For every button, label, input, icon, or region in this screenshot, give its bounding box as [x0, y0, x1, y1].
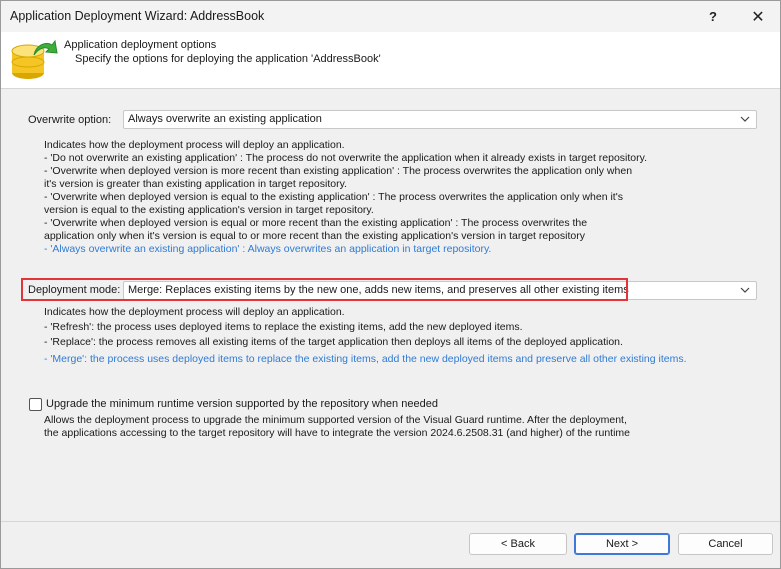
chevron-down-icon [740, 287, 750, 293]
back-button[interactable]: < Back [469, 533, 567, 555]
overwrite-desc-line: - 'Do not overwrite an existing applicat… [44, 152, 648, 164]
deployment-desc-line: - 'Refresh': the process uses deployed i… [44, 321, 523, 333]
overwrite-option-value: Always overwrite an existing application [128, 113, 322, 125]
next-button[interactable]: Next > [574, 533, 670, 555]
deployment-selected-desc: - 'Merge': the process uses deployed ite… [44, 353, 687, 365]
database-deploy-icon [11, 39, 58, 79]
window-title: Application Deployment Wizard: AddressBo… [10, 9, 265, 23]
overwrite-desc-line: Indicates how the deployment process wil… [44, 139, 345, 151]
header-subtitle: Specify the options for deploying the ap… [75, 53, 381, 65]
overwrite-option-label: Overwrite option: [28, 114, 112, 126]
wizard-header: Application deployment options Specify t… [1, 32, 780, 89]
overwrite-desc-line: application only when it's version is eq… [44, 230, 585, 242]
overwrite-desc-line: version is equal to the existing applica… [44, 204, 374, 216]
header-title: Application deployment options [64, 39, 217, 51]
upgrade-desc-line: the applications accessing to the target… [44, 427, 631, 439]
overwrite-option-dropdown[interactable]: Always overwrite an existing application [123, 110, 757, 129]
title-bar: Application Deployment Wizard: AddressBo… [1, 1, 780, 32]
overwrite-desc-line: it's version is greater than existing ap… [44, 178, 347, 190]
deployment-desc-line: Indicates how the deployment process wil… [44, 306, 345, 318]
close-button[interactable]: ✕ [736, 1, 780, 32]
upgrade-runtime-label[interactable]: Upgrade the minimum runtime version supp… [46, 398, 438, 410]
highlight-box [21, 278, 628, 301]
deployment-mode-description: Indicates how the deployment process wil… [44, 305, 687, 367]
chevron-down-icon [740, 116, 750, 122]
overwrite-desc-line: - 'Overwrite when deployed version is eq… [44, 217, 588, 229]
overwrite-description: Indicates how the deployment process wil… [44, 139, 647, 256]
cancel-button[interactable]: Cancel [678, 533, 773, 555]
help-button[interactable]: ? [691, 1, 735, 32]
upgrade-description: Allows the deployment process to upgrade… [44, 414, 630, 440]
upgrade-runtime-checkbox[interactable] [29, 398, 42, 411]
overwrite-selected-desc: - 'Always overwrite an existing applicat… [44, 243, 492, 255]
overwrite-desc-line: - 'Overwrite when deployed version is mo… [44, 165, 633, 177]
deployment-desc-line: - 'Replace': the process removes all exi… [44, 336, 623, 348]
overwrite-desc-line: - 'Overwrite when deployed version is eq… [44, 191, 623, 203]
wizard-window: Application Deployment Wizard: AddressBo… [0, 0, 781, 569]
upgrade-desc-line: Allows the deployment process to upgrade… [44, 414, 627, 426]
footer-divider [1, 521, 780, 522]
